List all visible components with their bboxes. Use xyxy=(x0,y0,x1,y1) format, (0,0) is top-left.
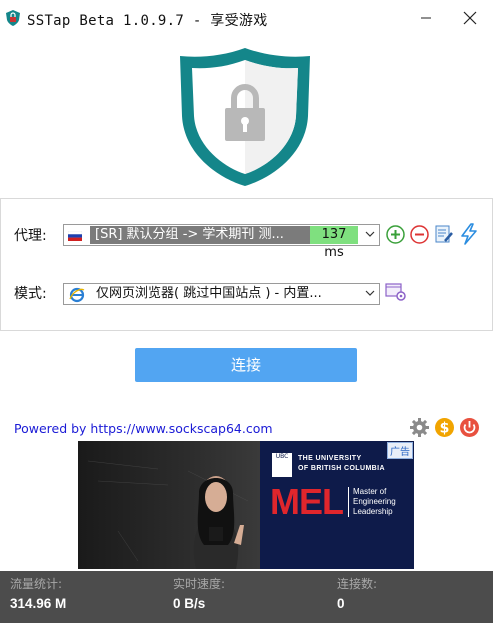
power-exit-icon[interactable] xyxy=(459,417,480,438)
ubc-name-line1: THE UNIVERSITY xyxy=(298,455,362,462)
russia-flag-icon xyxy=(68,231,82,241)
mel-subtitle: Master of Engineering Leadership xyxy=(353,487,396,517)
svg-text:$: $ xyxy=(440,421,450,437)
mel-sub-line2: Engineering xyxy=(353,497,396,506)
proxy-select[interactable]: [SR] 默认分组 -> 学术期刊 测... 137 ms xyxy=(63,224,380,260)
proxy-label: 代理: xyxy=(14,228,47,244)
remove-proxy-icon[interactable] xyxy=(410,225,429,244)
mode-rules-icon[interactable] xyxy=(385,282,407,302)
status-bar: 流量统计: 314.96 M 实时速度: 0 B/s 连接数: 0 xyxy=(0,571,493,623)
shield-lock-logo xyxy=(178,46,312,192)
mel-headline: MEL xyxy=(270,481,344,522)
ubc-name-line2: OF BRITISH COLUMBIA xyxy=(298,465,385,472)
browser-e-icon xyxy=(69,287,85,303)
connections-value: 0 xyxy=(337,596,345,611)
mode-selected-text: 仅网页浏览器( 跳过中国站点 ) - 内置... xyxy=(96,286,322,301)
mel-sub-line3: Leadership xyxy=(353,507,393,516)
mode-select[interactable]: 仅网页浏览器( 跳过中国站点 ) - 内置... xyxy=(63,283,380,305)
traffic-label: 流量统计: xyxy=(10,577,63,591)
gear-icon[interactable] xyxy=(409,417,430,438)
chevron-down-icon xyxy=(365,290,375,296)
minimize-icon xyxy=(421,17,431,19)
window-title: SSTap Beta 1.0.9.7 - 享受游戏 xyxy=(27,13,268,29)
edit-proxy-icon[interactable] xyxy=(434,224,454,244)
ad-banner[interactable]: UBC THE UNIVERSITY OF BRITISH COLUMBIA M… xyxy=(78,441,414,569)
traffic-value: 314.96 M xyxy=(10,596,67,611)
app-shield-icon xyxy=(6,10,20,26)
connect-button[interactable]: 连接 xyxy=(135,348,357,382)
powered-by-link[interactable]: Powered by https://www.sockscap64.com xyxy=(14,421,273,436)
close-icon xyxy=(463,11,477,25)
settings-panel xyxy=(0,198,493,331)
proxy-selected-text: [SR] 默认分组 -> 学术期刊 测... xyxy=(90,226,310,244)
speed-value: 0 B/s xyxy=(173,596,206,611)
mode-label: 模式: xyxy=(14,286,47,302)
lightning-test-icon[interactable] xyxy=(459,223,479,245)
add-proxy-icon[interactable] xyxy=(386,225,405,244)
shield-lock-icon xyxy=(180,48,310,186)
close-button[interactable] xyxy=(447,0,493,36)
ping-latency-badge: 137 ms xyxy=(310,226,358,260)
title-bar: SSTap Beta 1.0.9.7 - 享受游戏 xyxy=(0,0,493,36)
mel-sub-line1: Master of xyxy=(353,487,387,496)
dollar-donate-icon[interactable]: $ xyxy=(434,417,455,438)
minimize-button[interactable] xyxy=(403,0,449,36)
connections-label: 连接数: xyxy=(337,577,378,591)
mel-divider xyxy=(348,487,349,517)
speed-label: 实时速度: xyxy=(173,577,226,591)
ubc-name-text: THE UNIVERSITY OF BRITISH COLUMBIA xyxy=(298,454,385,474)
ad-person-image xyxy=(87,460,249,569)
chevron-down-icon xyxy=(365,231,375,237)
ad-badge[interactable]: 广告 xyxy=(387,442,413,459)
ubc-crest-logo: UBC xyxy=(272,453,292,477)
ad-photo xyxy=(78,441,260,569)
ad-ubc-panel: UBC THE UNIVERSITY OF BRITISH COLUMBIA M… xyxy=(260,441,414,569)
